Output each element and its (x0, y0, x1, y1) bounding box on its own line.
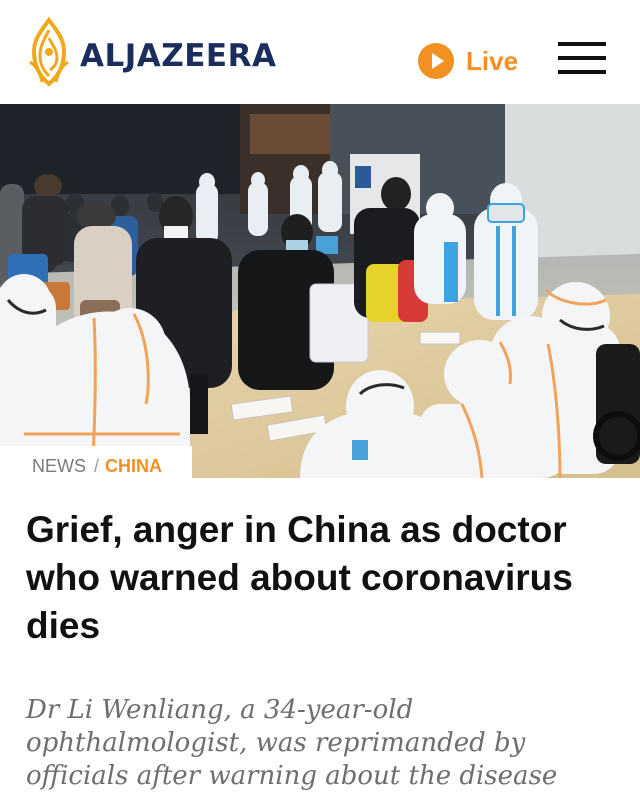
logo-wordmark: ALJAZEERA (80, 38, 277, 74)
hero-photo (0, 104, 640, 478)
hero-image[interactable] (0, 104, 640, 478)
menu-bar (558, 70, 606, 74)
live-label: Live (466, 45, 519, 76)
aljazeera-calligraphy-icon (29, 16, 69, 87)
site-header: ALJAZEERA Live (0, 0, 640, 104)
breadcrumb-section-link[interactable]: NEWS (32, 456, 86, 477)
aljazeera-logo[interactable]: ALJAZEERA (24, 14, 276, 92)
breadcrumb-topic-link[interactable]: CHINA (105, 456, 162, 477)
play-circle-icon (418, 43, 454, 79)
menu-bar (558, 42, 606, 46)
breadcrumb-separator: / (94, 455, 100, 476)
article-headline: Grief, anger in China as doctor who warn… (26, 509, 573, 646)
breadcrumb: NEWS / CHINA (0, 446, 193, 486)
live-button[interactable]: Live (418, 43, 518, 79)
menu-bar (558, 56, 606, 60)
article-standfirst: Dr Li Wenliang, a 34-year-old ophthalmol… (26, 695, 558, 791)
hamburger-menu-icon[interactable] (558, 42, 606, 74)
